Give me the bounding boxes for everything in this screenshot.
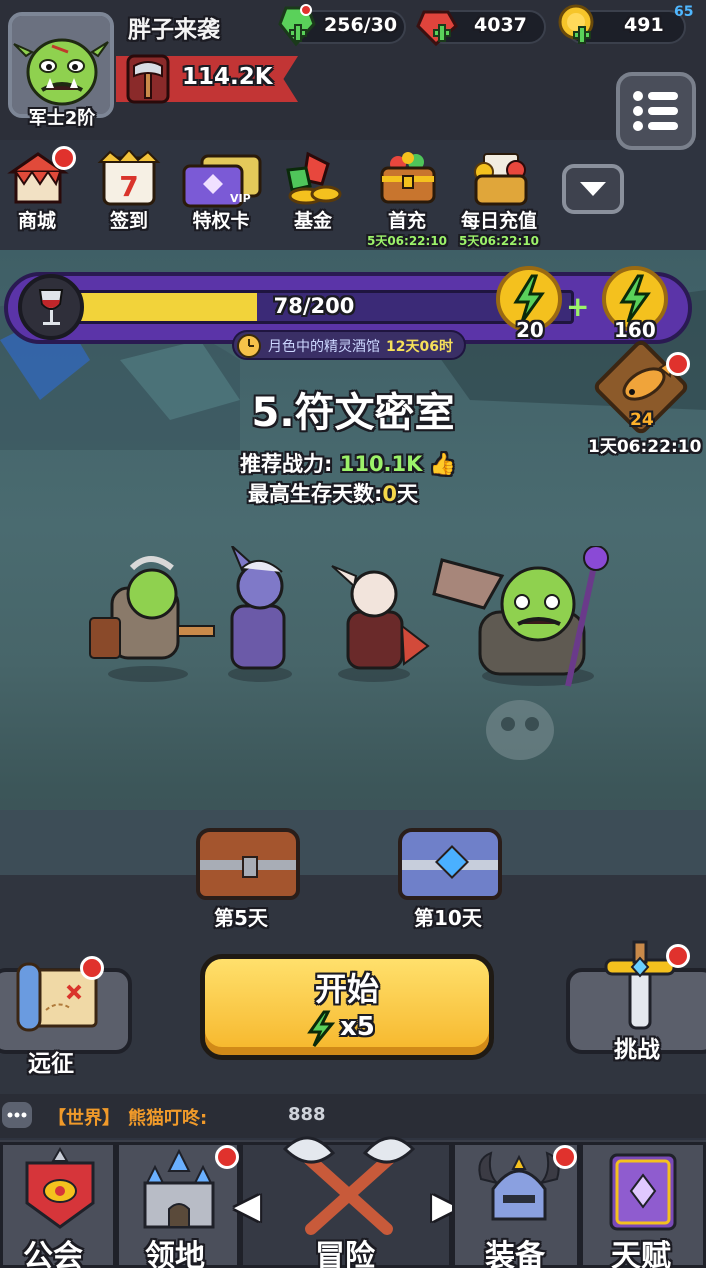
- day5-reward-chest[interactable]: [196, 828, 300, 900]
- shortcut-fund[interactable]: 基金: [268, 150, 358, 246]
- gold-coin-icon: [558, 4, 594, 44]
- recommended-power-label: 推荐战力:: [240, 452, 333, 476]
- calendar-day: 7: [119, 170, 138, 203]
- main-menu-button[interactable]: [616, 72, 696, 150]
- shortcut-privilege-card[interactable]: VIP 特权卡: [176, 150, 266, 246]
- shortcut-label: 商城: [17, 210, 56, 232]
- event-remaining-time: 12天06时: [386, 339, 453, 355]
- shortcut-label: 特权卡: [192, 210, 250, 232]
- shortcut-first-recharge[interactable]: 首充 5天06:22:10: [362, 150, 452, 248]
- daily-recharge-timer: 5天06:22:10: [458, 234, 540, 248]
- orc-warrior-hero: [89, 556, 215, 682]
- day5-chest-label: 第5天: [214, 906, 268, 930]
- challenge-notification-dot: [666, 944, 690, 968]
- best-days-label: 最高生存天数:: [248, 482, 383, 506]
- shortcut-label: 签到: [109, 210, 148, 232]
- energy-resource-value: 256/30: [324, 14, 398, 36]
- lightning-energy-icon: [307, 1010, 336, 1047]
- recommended-power: 推荐战力: 110.1K 👍: [240, 448, 456, 478]
- crossed-axes-icon: [282, 1136, 416, 1235]
- dark-elf-hero: [228, 546, 292, 682]
- chat-dots-icon: [7, 1112, 27, 1118]
- player-name: 胖子来袭: [128, 17, 220, 43]
- nav-tab-territory[interactable]: 领地: [116, 1142, 240, 1268]
- start-label: 开始: [314, 970, 379, 1008]
- fps-counter: 65: [674, 4, 694, 20]
- territory-notification-dot: [215, 1145, 239, 1169]
- shortcut-label: 首充: [387, 210, 426, 232]
- shortcut-daily-recharge[interactable]: 每日充值 5天06:22:10: [454, 150, 544, 248]
- list-menu-icon: [633, 91, 678, 131]
- plus-sign: +: [566, 290, 590, 323]
- chat-message: 888: [288, 1104, 326, 1125]
- thumbs-up-icon: 👍: [429, 452, 456, 476]
- nav-talent-label: 天赋: [611, 1239, 671, 1268]
- axe-power-icon: [126, 54, 170, 104]
- castle-icon: [143, 1149, 215, 1229]
- vip-card-icon: VIP: [182, 154, 262, 208]
- nav-equipment-label: 装备: [485, 1239, 545, 1268]
- nav-scroll-left-arrow[interactable]: ◀: [234, 1186, 260, 1226]
- fish-event-count: 24: [630, 410, 654, 430]
- fund-gems-icon: [286, 151, 342, 205]
- best-survival-days: 最高生存天数:0天: [248, 478, 418, 508]
- gold-resource-value: 491: [624, 14, 664, 36]
- expedition-notification-dot: [80, 956, 104, 980]
- orc-avatar-icon: [12, 16, 110, 114]
- treasure-chest-icon: [380, 152, 436, 204]
- clock-icon: [237, 334, 261, 358]
- event-name: 月色中的精灵酒馆: [268, 339, 380, 355]
- calendar-icon: 7: [97, 150, 161, 206]
- red-ruby-icon: [416, 10, 458, 47]
- start-energy-cost: x5: [340, 1012, 375, 1042]
- shop-notification-dot: [52, 146, 76, 170]
- nav-territory-label: 领地: [145, 1239, 205, 1268]
- daily-recharge-chest-icon: [474, 153, 528, 206]
- guild-banner-icon: [25, 1147, 95, 1229]
- ruby-resource-value: 4037: [474, 14, 527, 36]
- fish-event-notification-dot: [666, 352, 690, 376]
- svg-text:VIP: VIP: [230, 192, 251, 205]
- chest-gem-icon: [435, 845, 469, 879]
- nav-tab-guild[interactable]: 公会: [0, 1142, 116, 1268]
- challenge-label: 挑战: [614, 1037, 660, 1063]
- goblin-boss-enemy: [432, 546, 609, 687]
- elf-archer-hero: [331, 565, 430, 682]
- helmet-icon: [478, 1151, 560, 1221]
- shortcut-checkin[interactable]: 7 签到: [84, 150, 174, 246]
- energy-orb-large-count: 160: [614, 318, 656, 342]
- expand-shortcuts-button[interactable]: [562, 164, 624, 214]
- nav-tab-talent[interactable]: 天赋: [580, 1142, 706, 1268]
- day10-chest-label: 第10天: [414, 906, 482, 930]
- energy-orb-small-count: 20: [516, 318, 544, 342]
- nav-tab-adventure[interactable]: 冒险: [240, 1136, 452, 1268]
- player-avatar[interactable]: [8, 12, 114, 118]
- nav-adventure-label: 冒险: [315, 1239, 375, 1268]
- shortcut-label: 基金: [293, 210, 332, 232]
- shortcut-shop[interactable]: 商城: [0, 146, 82, 246]
- chest-lock-icon: [242, 856, 258, 878]
- recommended-power-value: 110.1K: [339, 452, 423, 476]
- best-days-unit: 天: [397, 482, 419, 506]
- expedition-label: 远征: [28, 1051, 74, 1077]
- chevron-down-icon: [580, 182, 606, 196]
- equipment-notification-dot: [553, 1145, 577, 1169]
- energy-gem-icon: [278, 4, 316, 47]
- best-days-value: 0: [382, 482, 398, 506]
- player-power-value: 114.2K: [182, 64, 273, 90]
- wine-glass-icon: [38, 289, 64, 325]
- hero-party: [89, 546, 609, 687]
- wine-badge[interactable]: [18, 274, 84, 340]
- shortcut-label: 每日充值: [460, 210, 537, 232]
- nav-guild-label: 公会: [23, 1239, 83, 1268]
- player-rank: 军士2阶: [28, 108, 96, 129]
- chat-channel: 【世界】: [48, 1108, 120, 1129]
- fish-event-timer: 1天06:22:10: [588, 437, 702, 457]
- nav-tab-equipment[interactable]: 装备: [452, 1142, 580, 1268]
- day10-reward-chest[interactable]: [398, 828, 502, 900]
- spellbook-icon: [609, 1153, 677, 1231]
- chat-user: 熊猫叮咚:: [128, 1108, 208, 1129]
- chat-bubble-icon[interactable]: [2, 1102, 32, 1128]
